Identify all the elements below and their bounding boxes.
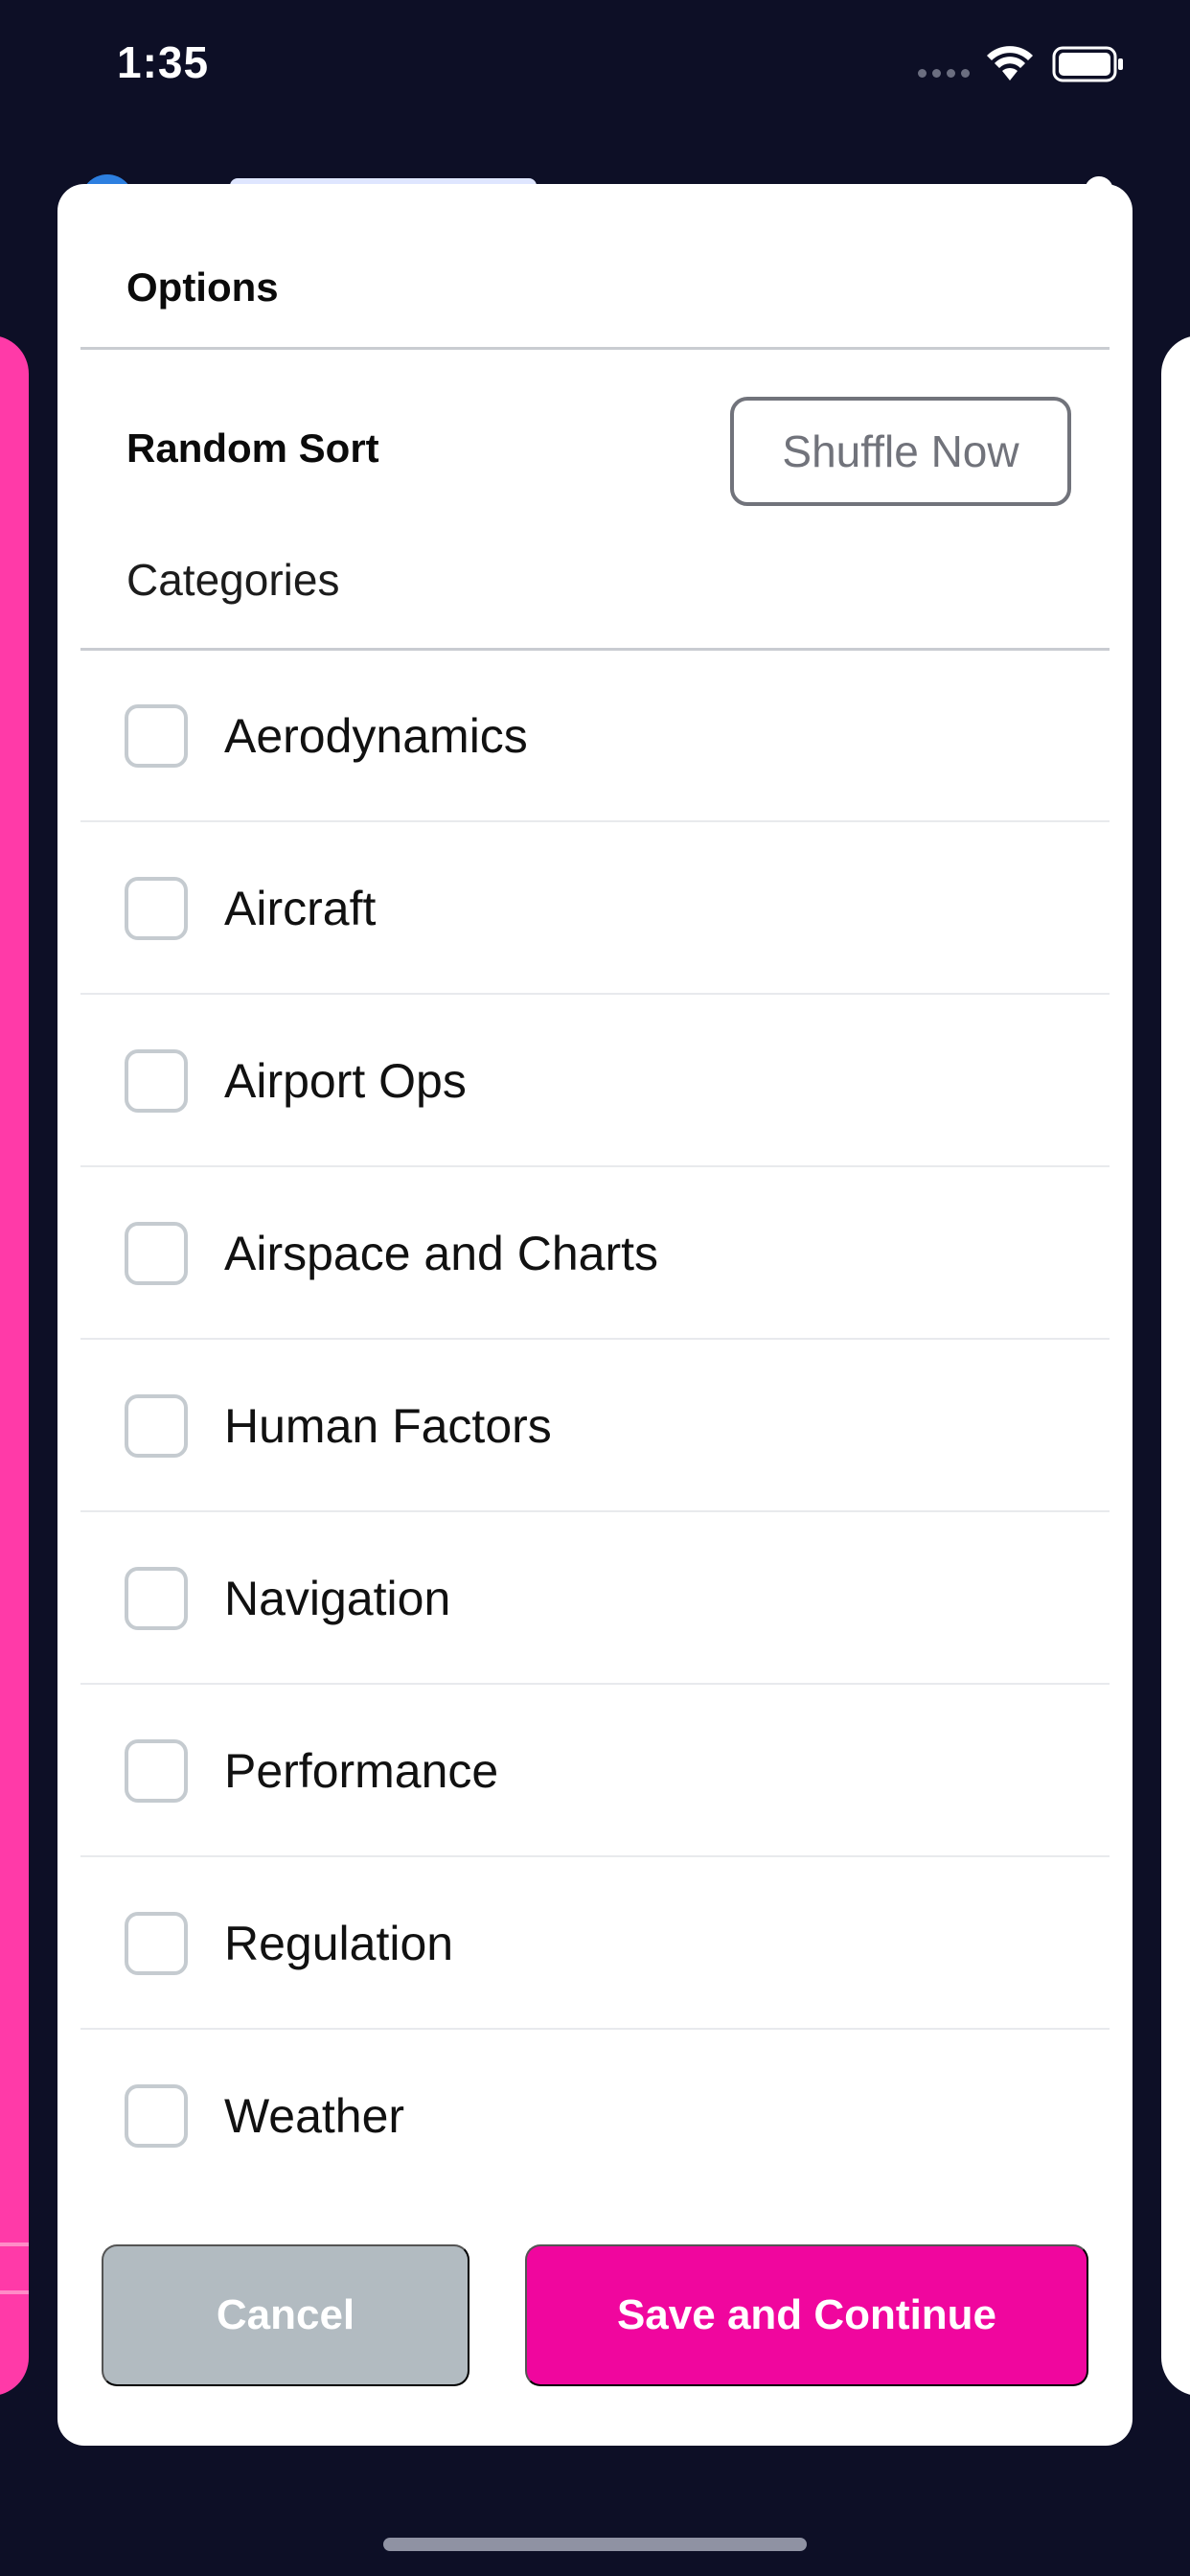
category-label: Aircraft [224, 882, 377, 935]
background-card-right [1161, 335, 1190, 2396]
category-label: Weather [224, 2089, 405, 2143]
category-label: Performance [224, 1744, 499, 1798]
category-label: Airport Ops [224, 1054, 467, 1108]
battery-icon [1052, 46, 1123, 82]
cancel-button[interactable]: Cancel [102, 2244, 469, 2386]
modal-title: Options [126, 264, 279, 310]
category-checkbox[interactable] [125, 2084, 188, 2148]
category-row[interactable]: Airport Ops [80, 995, 1110, 1167]
category-checkbox[interactable] [125, 1049, 188, 1113]
category-label: Human Factors [224, 1399, 552, 1453]
category-row[interactable]: Human Factors [80, 1340, 1110, 1512]
random-sort-label: Random Sort [126, 426, 379, 471]
category-checkbox[interactable] [125, 704, 188, 768]
status-bar: 1:35 [0, 0, 1190, 134]
category-row[interactable]: Performance [80, 1685, 1110, 1857]
header-divider [80, 347, 1110, 350]
category-checkbox[interactable] [125, 1912, 188, 1975]
category-row[interactable]: Aircraft [80, 822, 1110, 995]
category-row[interactable]: Regulation [80, 1857, 1110, 2030]
category-label: Aerodynamics [224, 709, 528, 763]
category-label: Airspace and Charts [224, 1227, 659, 1280]
shuffle-now-button[interactable]: Shuffle Now [730, 397, 1071, 506]
category-label: Navigation [224, 1572, 451, 1625]
category-row[interactable]: Aerodynamics [80, 650, 1110, 822]
category-checkbox[interactable] [125, 1567, 188, 1630]
category-row[interactable]: Weather [80, 2030, 1110, 2202]
category-checkbox[interactable] [125, 1394, 188, 1458]
background-card-left [0, 335, 29, 2396]
status-time: 1:35 [117, 37, 210, 87]
categories-label: Categories [126, 555, 340, 605]
category-row[interactable]: Airspace and Charts [80, 1167, 1110, 1340]
wifi-icon [987, 46, 1033, 80]
options-modal: Options Random Sort Shuffle Now Categori… [57, 184, 1133, 2446]
category-checkbox[interactable] [125, 1222, 188, 1285]
save-and-continue-button[interactable]: Save and Continue [525, 2244, 1088, 2386]
category-checkbox[interactable] [125, 877, 188, 940]
home-indicator [383, 2538, 807, 2551]
category-checkbox[interactable] [125, 1739, 188, 1803]
category-label: Regulation [224, 1917, 454, 1970]
category-row[interactable]: Navigation [80, 1512, 1110, 1685]
cellular-signal-icon [918, 69, 970, 78]
